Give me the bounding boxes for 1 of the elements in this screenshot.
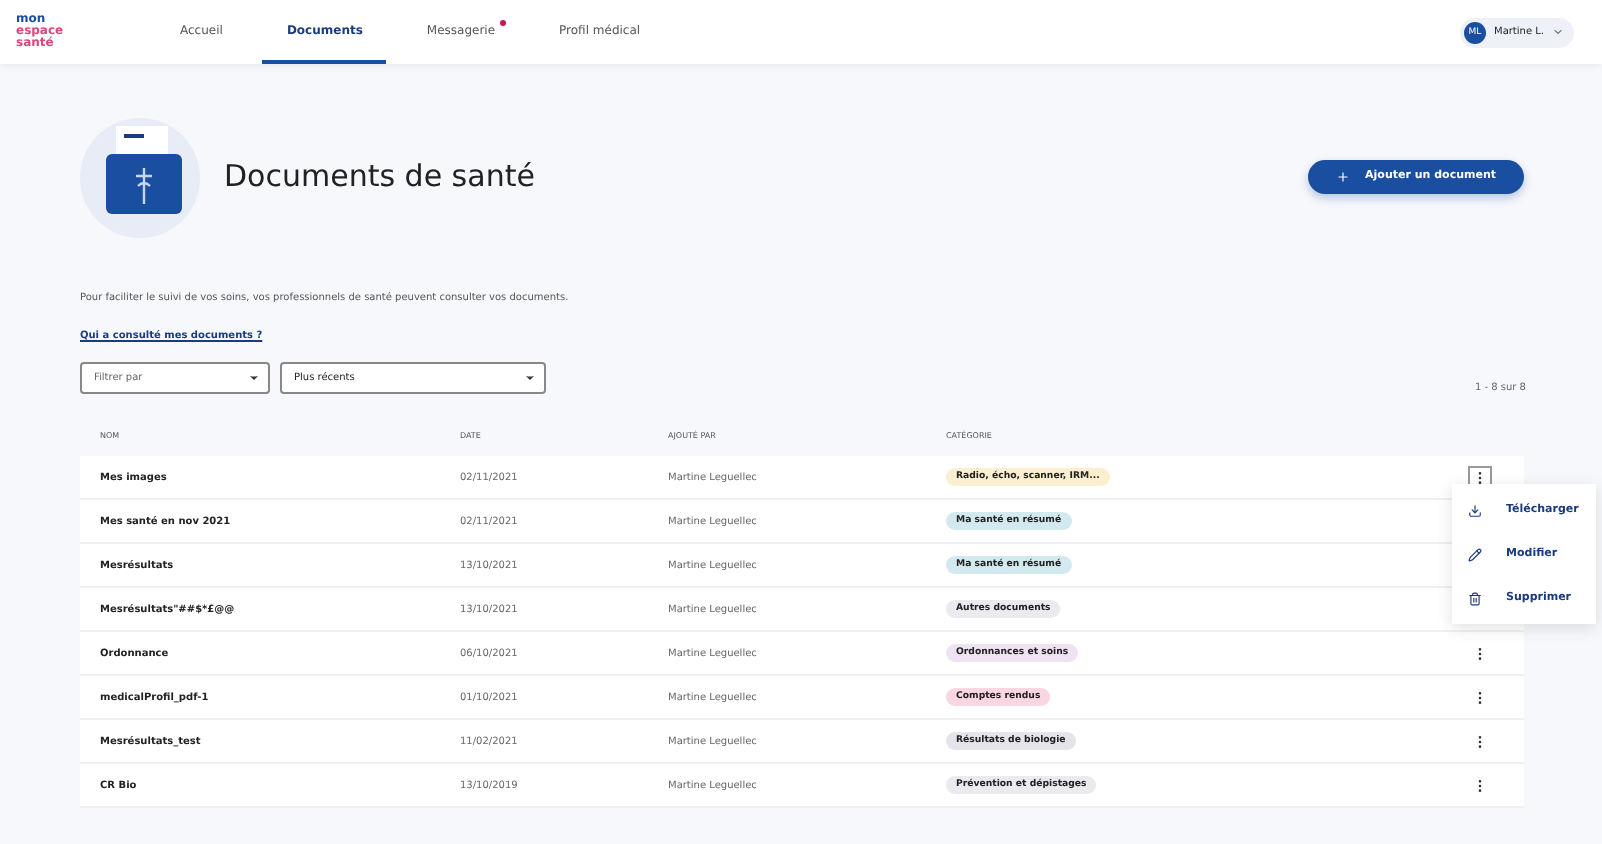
page-title: Documents de santé bbox=[224, 158, 535, 194]
